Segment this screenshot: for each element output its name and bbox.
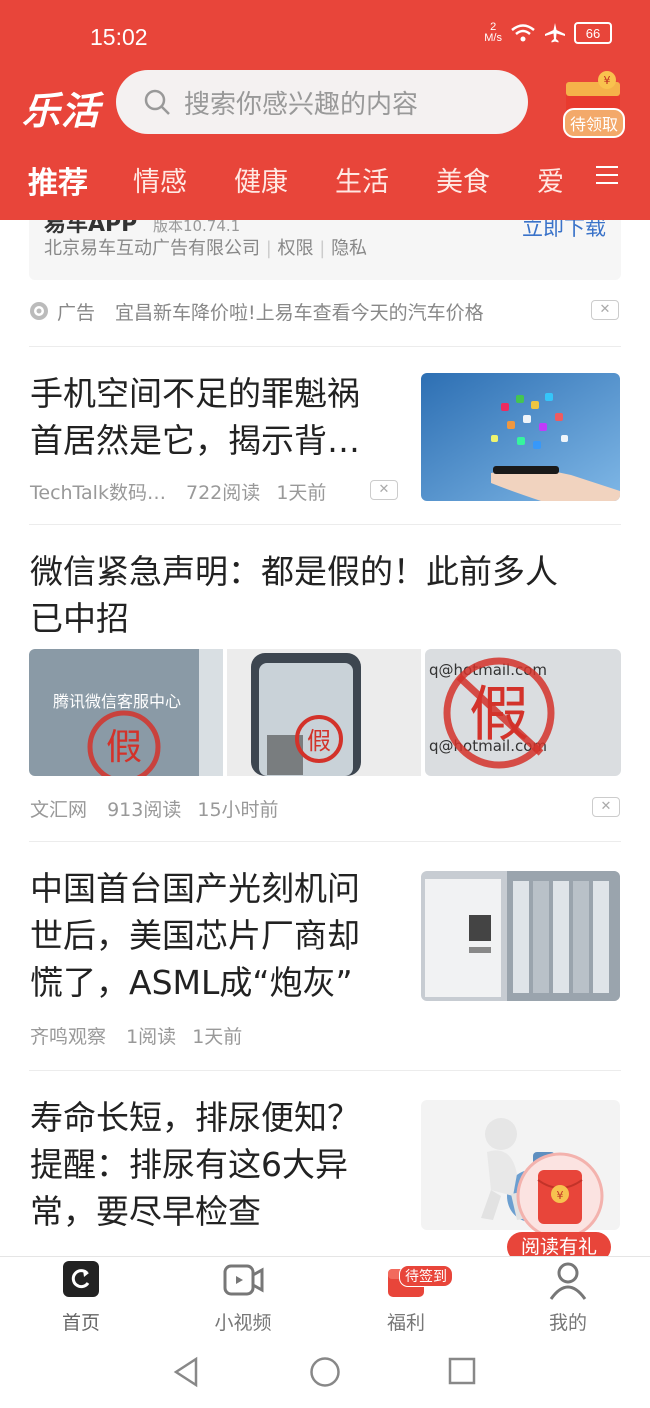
user-icon <box>549 1262 587 1300</box>
divider <box>29 1070 621 1071</box>
article-meta: 齐鸣观察 1阅读 1天前 <box>30 1022 242 1049</box>
tab-emotion[interactable]: 情感 <box>133 160 187 199</box>
article-source[interactable]: 齐鸣观察 <box>30 1026 106 1048</box>
article-thumbnail <box>421 871 620 1001</box>
news-feed: 易车APP 版本10.74.1 北京易车互动广告有限公司 | 权限 | 隐私 立… <box>0 220 650 1256</box>
article-reads: 913阅读 <box>107 799 182 821</box>
article-time: 15小时前 <box>197 799 279 821</box>
nav-home[interactable]: 首页 <box>31 1261 131 1335</box>
app-logo[interactable]: 乐活 <box>22 80 100 135</box>
ad-tag: 广告 <box>57 302 96 324</box>
search-icon <box>144 89 170 115</box>
status-time: 15:02 <box>90 24 148 50</box>
svg-text:¥: ¥ <box>604 74 611 87</box>
nav-profile[interactable]: 我的 <box>518 1261 618 1335</box>
app-header: 15:02 2 M/s 66 乐活 搜索你感兴趣的内容 ¥ 待领取 推荐 情感 … <box>0 0 650 220</box>
ad-privacy-link[interactable]: 隐私 <box>331 238 367 259</box>
article-image-strip: 腾讯微信客服中心 假 假 q@hotmail.com q@hotmail.com… <box>29 649 621 776</box>
airplane-icon <box>545 23 565 43</box>
article-time: 1天前 <box>192 1026 243 1048</box>
article-title-line: 首居然是它，揭示背… <box>30 421 360 460</box>
article-title-line: 已中招 <box>30 599 129 638</box>
article-source[interactable]: 文汇网 <box>30 799 87 821</box>
system-navigation-bar <box>0 1336 650 1408</box>
wifi-icon <box>511 24 535 42</box>
article-meta: 文汇网 913阅读 15小时前 <box>30 795 279 822</box>
article-reads: 1阅读 <box>126 1026 177 1048</box>
ad-card[interactable]: 易车APP 版本10.74.1 北京易车互动广告有限公司 | 权限 | 隐私 立… <box>29 220 621 280</box>
nav-label: 首页 <box>61 1312 100 1334</box>
ad-text: 宜昌新车降价啦!上易车查看今天的汽车价格 <box>115 302 484 324</box>
more-tabs-menu-icon[interactable] <box>596 160 618 190</box>
article-title-line: 中国首台国产光刻机问 <box>30 869 360 908</box>
article-meta: TechTalk数码… 722阅读 1天前 <box>30 478 326 505</box>
article-title-line: 寿命长短，排尿便知？ <box>30 1098 360 1137</box>
nav-short-video[interactable]: 小视频 <box>193 1261 293 1335</box>
category-tabs: 推荐 情感 健康 生活 美食 爱 <box>0 156 650 206</box>
ad-permission-link[interactable]: 权限 <box>278 238 314 259</box>
divider <box>29 346 621 347</box>
article-title: 微信紧急声明：都是假的！此前多人 已中招 <box>30 548 558 642</box>
article-time: 1天前 <box>276 482 327 504</box>
nav-welfare[interactable]: 待签到 福利 <box>356 1261 456 1335</box>
tab-food[interactable]: 美食 <box>436 160 490 199</box>
search-bar[interactable]: 搜索你感兴趣的内容 <box>116 70 528 134</box>
status-bar: 15:02 2 M/s 66 <box>0 0 650 70</box>
fake-stamp-text: 假 <box>106 727 142 768</box>
nav-label: 福利 <box>386 1312 425 1334</box>
article-title-line: 微信紧急声明：都是假的！此前多人 <box>30 552 558 591</box>
dismiss-icon[interactable]: ✕ <box>592 797 620 817</box>
bottom-nav: 首页 小视频 待签到 福利 我的 <box>0 1256 650 1337</box>
article-source[interactable]: TechTalk数码… <box>30 482 166 504</box>
reward-redpacket-icon: ¥ <box>516 1152 604 1240</box>
ad-version: 版本10.74.1 <box>152 220 241 235</box>
nav-label: 我的 <box>548 1312 587 1334</box>
tab-health[interactable]: 健康 <box>234 160 288 199</box>
article-title: 手机空间不足的罪魁祸 首居然是它，揭示背… <box>30 370 360 464</box>
home-refresh-icon <box>63 1261 99 1297</box>
ad-company: 北京易车互动广告有限公司 <box>44 238 260 259</box>
ad-company-line: 北京易车互动广告有限公司 | 权限 | 隐私 <box>44 238 368 259</box>
reward-label: 阅读有礼 <box>507 1232 611 1256</box>
article-title-line: 手机空间不足的罪魁祸 <box>30 374 360 413</box>
video-camera-icon <box>223 1264 264 1296</box>
article-title-line: 常，要尽早检查 <box>30 1192 261 1231</box>
net-speed: 2 M/s <box>484 22 502 44</box>
article-title-line: 提醒：排尿有这6大异 <box>30 1145 348 1184</box>
back-icon[interactable] <box>172 1356 200 1388</box>
ad-target-icon <box>30 302 48 320</box>
divider <box>29 841 621 842</box>
status-icons: 2 M/s 66 <box>484 22 612 44</box>
reading-reward-badge[interactable]: ¥ 阅读有礼 <box>505 1150 615 1256</box>
tab-recommend[interactable]: 推荐 <box>28 158 88 202</box>
ad-text-line[interactable]: 广告 宜昌新车降价啦!上易车查看今天的汽车价格 ✕ <box>29 296 621 326</box>
fake-stamp-text: 假 <box>469 680 529 750</box>
fake-stamp-text: 假 <box>307 727 331 755</box>
article-title: 中国首台国产光刻机问 世后，美国芯片厂商却 慌了，ASML成“炮灰” <box>30 865 360 1006</box>
recent-apps-icon[interactable] <box>448 1357 476 1385</box>
dismiss-icon[interactable]: ✕ <box>370 480 398 500</box>
yuan-symbol: ¥ <box>557 1189 564 1202</box>
divider <box>29 524 621 525</box>
article-reads: 722阅读 <box>186 482 261 504</box>
tab-love[interactable]: 爱 <box>537 160 564 199</box>
net-speed-unit: M/s <box>484 32 502 44</box>
article-thumbnail <box>421 373 620 501</box>
article-title-line: 慌了，ASML成“炮灰” <box>30 963 353 1002</box>
article-title: 寿命长短，排尿便知？ 提醒：排尿有这6大异 常，要尽早检查 <box>30 1094 360 1235</box>
redpack-claim-label[interactable]: 待领取 <box>563 108 626 138</box>
search-placeholder: 搜索你感兴趣的内容 <box>184 89 419 120</box>
ad-close-icon[interactable]: ✕ <box>591 300 619 320</box>
sign-in-badge: 待签到 <box>399 1265 453 1287</box>
article-title-line: 世后，美国芯片厂商却 <box>30 916 360 955</box>
ad-download-button[interactable]: 立即下载 <box>522 220 606 242</box>
image-caption-text: 腾讯微信客服中心 <box>53 692 181 711</box>
home-circle-icon[interactable] <box>309 1356 341 1388</box>
battery-indicator: 66 <box>574 22 612 44</box>
battery-level: 66 <box>585 25 601 41</box>
nav-label: 小视频 <box>214 1312 272 1334</box>
tab-life[interactable]: 生活 <box>335 160 389 199</box>
